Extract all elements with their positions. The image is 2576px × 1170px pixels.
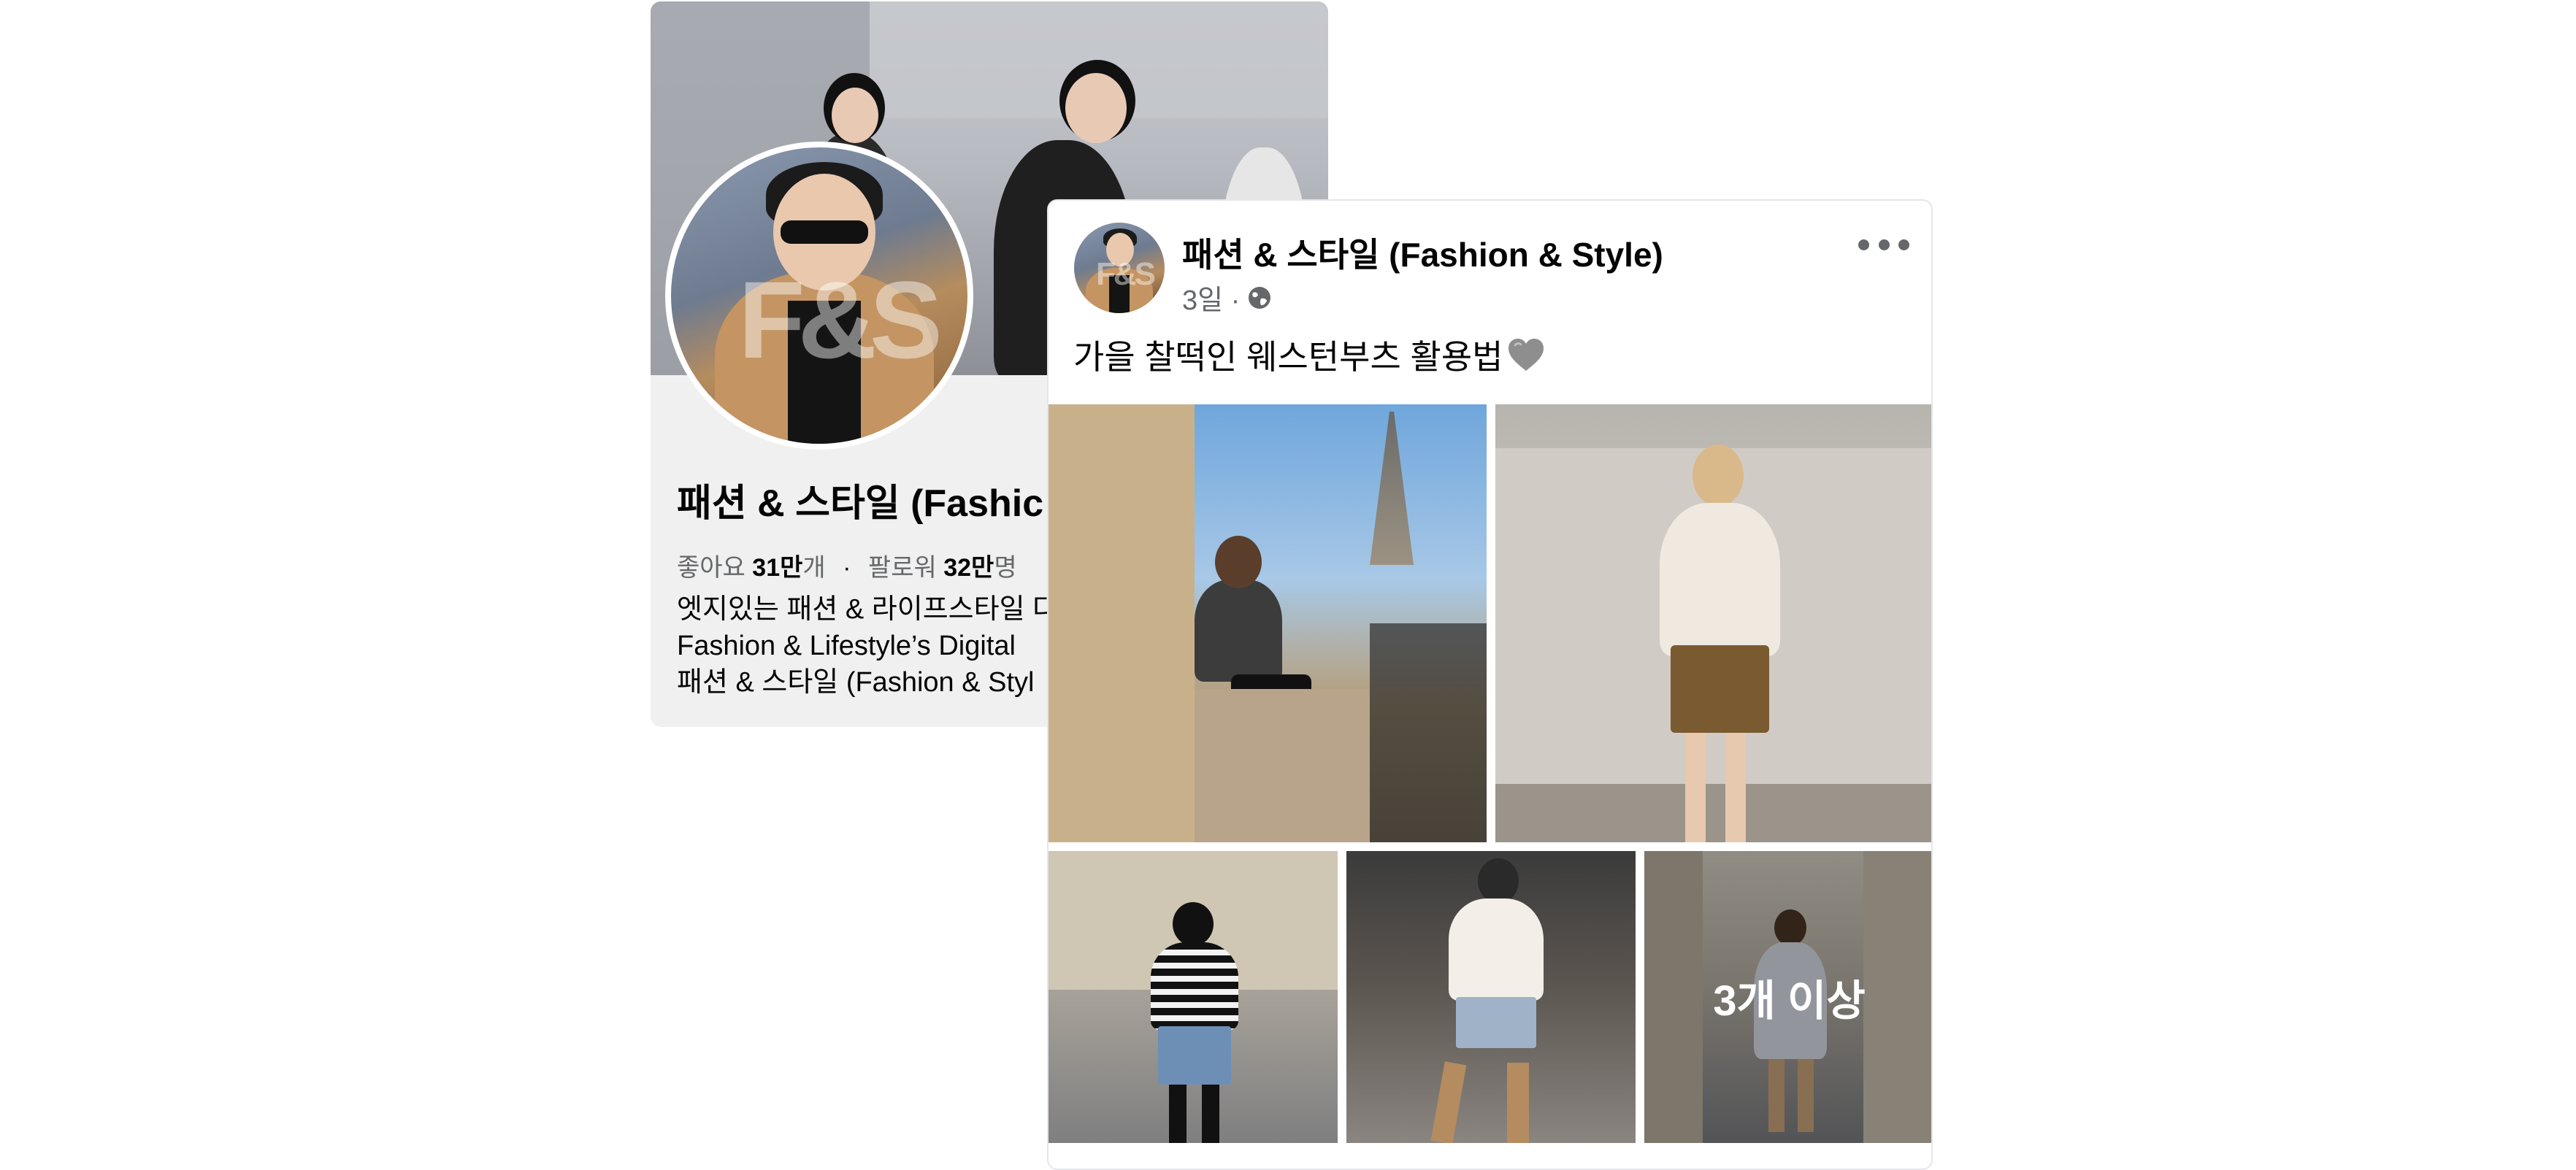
likes-value: 31만: [752, 554, 803, 582]
page-logo: F&S: [738, 258, 943, 381]
page-avatar[interactable]: F&S: [665, 142, 973, 450]
likes-label: 좋아요: [677, 554, 745, 582]
post-avatar-logo: F&S: [1096, 256, 1156, 292]
post-photo-3[interactable]: [1049, 851, 1338, 1143]
post-author-name[interactable]: 패션 & 스타일 (Fashion & Style): [1182, 228, 1663, 277]
more-dots-icon: [1858, 239, 1869, 250]
post-card: F&S 패션 & 스타일 (Fashion & Style) 3일 · 가을 찰…: [1047, 199, 1933, 1170]
globe-icon: [1247, 285, 1272, 310]
page-name[interactable]: 패션 & 스타일 (Fashic: [677, 472, 1043, 527]
more-dot: [1878, 239, 1890, 250]
post-text-content: 가을 찰떡인 웨스턴부츠 활용법: [1073, 338, 1503, 376]
post-photo-2[interactable]: [1495, 404, 1931, 842]
post-author-avatar[interactable]: F&S: [1074, 223, 1165, 313]
followers-label: 팔로워: [867, 554, 937, 582]
page-stats: 좋아요 31만개 · 팔로워 32만명: [677, 547, 1017, 583]
more-photos-overlay[interactable]: 3개 이상: [1644, 851, 1931, 1143]
post-photo-4[interactable]: [1346, 851, 1636, 1143]
page-bio: 엣지있는 패션 & 라이프스타일 다 Fashion & Lifestyle’s…: [677, 591, 1058, 701]
followers-value: 32만: [943, 554, 994, 582]
post-meta: 3일 ·: [1182, 277, 1272, 317]
post-timestamp[interactable]: 3일 ·: [1182, 277, 1240, 317]
grey-heart-icon: [1506, 336, 1546, 373]
more-options-button[interactable]: [1858, 230, 1909, 259]
bio-line: Fashion & Lifestyle’s Digital: [677, 631, 1016, 661]
post-text: 가을 찰떡인 웨스턴부츠 활용법: [1073, 331, 1546, 379]
post-photo-5[interactable]: 3개 이상: [1644, 851, 1931, 1143]
bio-line: 패션 & 스타일 (Fashion & Styl: [677, 667, 1035, 698]
more-dot: [1898, 239, 1909, 250]
followers-unit: 명: [994, 554, 1017, 582]
post-photo-1[interactable]: [1049, 404, 1487, 842]
bio-line: 엣지있는 패션 & 라이프스타일 다: [677, 594, 1059, 625]
more-photos-label: 3개 이상: [1713, 977, 1866, 1025]
likes-unit: 개: [802, 554, 826, 582]
stats-separator: ·: [843, 554, 851, 582]
